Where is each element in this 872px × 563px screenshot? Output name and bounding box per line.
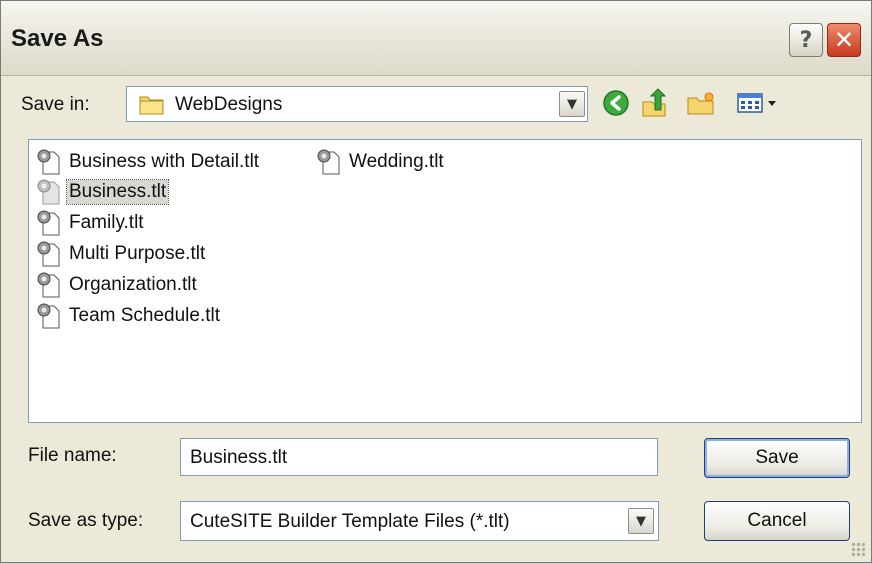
file-name-input[interactable]: Business.tlt xyxy=(180,438,658,476)
list-item[interactable]: Family.tlt xyxy=(35,208,146,238)
view-menu-icon xyxy=(737,93,776,113)
up-folder-icon xyxy=(642,88,667,117)
save-in-label: Save in: xyxy=(21,94,90,115)
save-in-dropdown-button[interactable]: ▼ xyxy=(559,91,585,117)
template-file-icon xyxy=(37,272,60,298)
dialog-title: Save As xyxy=(11,25,104,52)
file-name: Business with Detail.tlt xyxy=(69,151,260,172)
file-name: Team Schedule.tlt xyxy=(69,305,221,326)
back-icon xyxy=(603,90,629,116)
close-button[interactable]: ✕ xyxy=(827,23,861,57)
save-button[interactable]: Save xyxy=(704,438,850,478)
template-file-icon xyxy=(317,149,340,175)
file-list[interactable]: Business with Detail.tlt Wedding.tlt Bus… xyxy=(28,139,862,423)
file-name: Multi Purpose.tlt xyxy=(69,243,206,264)
save-as-type-value: CuteSITE Builder Template Files (*.tlt) xyxy=(190,511,510,532)
list-item[interactable]: Organization.tlt xyxy=(35,270,199,300)
file-name: Business.tlt xyxy=(65,179,170,205)
folder-icon xyxy=(139,96,164,115)
list-item-selected[interactable]: Business.tlt xyxy=(35,177,170,207)
list-item[interactable]: Business with Detail.tlt xyxy=(35,147,261,177)
chevron-down-icon: ▼ xyxy=(567,96,577,112)
file-name: Wedding.tlt xyxy=(349,151,444,172)
template-file-icon xyxy=(37,303,60,329)
new-folder-button[interactable] xyxy=(685,88,717,118)
template-file-icon xyxy=(37,210,60,236)
view-menu-button[interactable] xyxy=(735,88,783,118)
list-item[interactable]: Wedding.tlt xyxy=(315,147,446,177)
help-button[interactable]: ? xyxy=(789,23,823,57)
save-as-type-combo[interactable]: CuteSITE Builder Template Files (*.tlt) … xyxy=(180,501,659,541)
save-in-value: WebDesigns xyxy=(175,94,283,115)
save-as-type-dropdown-button[interactable]: ▼ xyxy=(628,508,654,534)
resize-grip[interactable] xyxy=(851,542,865,556)
template-file-icon xyxy=(37,179,60,205)
file-name: Family.tlt xyxy=(69,212,144,233)
back-button[interactable] xyxy=(601,88,631,118)
file-name: Organization.tlt xyxy=(69,274,197,295)
list-item[interactable]: Multi Purpose.tlt xyxy=(35,239,207,269)
list-item[interactable]: Team Schedule.tlt xyxy=(35,301,222,331)
cancel-button[interactable]: Cancel xyxy=(704,501,850,541)
save-in-combo[interactable]: WebDesigns ▼ xyxy=(126,86,588,122)
new-folder-icon xyxy=(687,92,714,115)
up-folder-button[interactable] xyxy=(639,88,669,118)
title-bar[interactable]: Save As ? ✕ xyxy=(1,1,871,76)
template-file-icon xyxy=(37,149,60,175)
template-file-icon xyxy=(37,241,60,267)
chevron-down-icon: ▼ xyxy=(636,513,646,529)
file-name-label: File name: xyxy=(28,445,117,466)
save-as-type-label: Save as type: xyxy=(28,510,144,531)
save-as-dialog: Save As ? ✕ Save in: WebDesigns ▼ Busine… xyxy=(0,0,872,563)
